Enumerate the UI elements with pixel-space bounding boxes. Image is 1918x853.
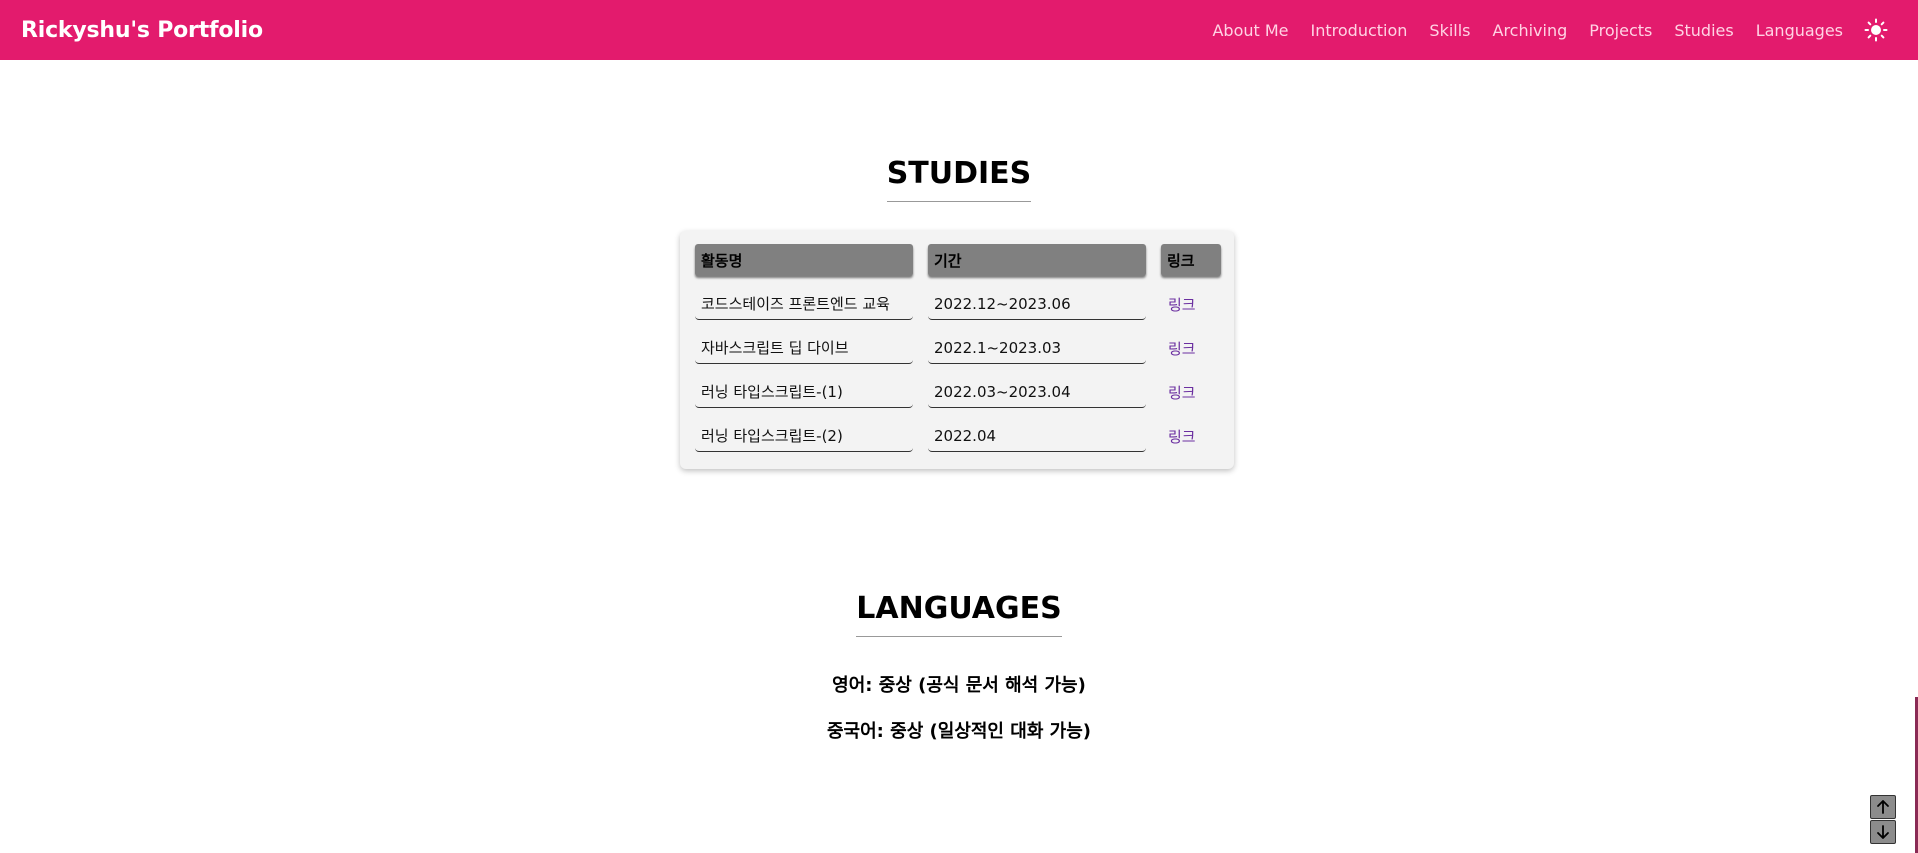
column-header-activity: 활동명 <box>695 244 913 276</box>
row-3-activity: 러닝 타입스크립트-(1) <box>695 376 913 408</box>
nav-projects[interactable]: Projects <box>1589 21 1652 40</box>
column-header-link: 링크 <box>1161 244 1221 276</box>
arrow-up-icon <box>1877 800 1889 814</box>
scroll-bottom-button[interactable] <box>1870 820 1896 844</box>
languages-title: LANGUAGES <box>856 591 1062 637</box>
row-1-link[interactable]: 링크 <box>1161 288 1221 320</box>
nav-links: About Me Introduction Skills Archiving P… <box>1190 17 1897 43</box>
languages-section-title: LANGUAGES <box>0 591 1918 637</box>
row-4-link[interactable]: 링크 <box>1161 420 1221 452</box>
nav-introduction[interactable]: Introduction <box>1311 21 1408 40</box>
studies-section-title: STUDIES <box>0 156 1918 202</box>
nav-archiving[interactable]: Archiving <box>1493 21 1568 40</box>
nav-about-me[interactable]: About Me <box>1212 21 1288 40</box>
studies-title: STUDIES <box>886 156 1032 202</box>
row-1-period: 2022.12~2023.06 <box>928 288 1146 320</box>
scroll-top-button[interactable] <box>1870 795 1896 819</box>
row-3-link[interactable]: 링크 <box>1161 376 1221 408</box>
language-english: 영어: 중상 (공식 문서 해석 가능) <box>832 675 1086 696</box>
row-4-period: 2022.04 <box>928 420 1146 452</box>
row-2-period: 2022.1~2023.03 <box>928 332 1146 364</box>
nav-languages[interactable]: Languages <box>1756 21 1843 40</box>
language-chinese: 중국어: 중상 (일상적인 대화 가능) <box>827 721 1091 742</box>
row-2-activity: 자바스크립트 딥 다이브 <box>695 332 913 364</box>
top-navbar: Rickyshu's Portfolio About Me Introducti… <box>0 0 1918 60</box>
nav-studies[interactable]: Studies <box>1674 21 1733 40</box>
row-1-activity: 코드스테이즈 프론트엔드 교육 <box>695 288 913 320</box>
column-header-period: 기간 <box>928 244 1146 276</box>
row-4-activity: 러닝 타입스크립트-(2) <box>695 420 913 452</box>
row-2-link[interactable]: 링크 <box>1161 332 1221 364</box>
sun-icon[interactable] <box>1863 17 1889 43</box>
studies-table: 활동명 기간 링크 코드스테이즈 프론트엔드 교육 2022.12~2023.0… <box>680 231 1234 469</box>
arrow-down-icon <box>1877 825 1889 839</box>
nav-skills[interactable]: Skills <box>1429 21 1470 40</box>
row-3-period: 2022.03~2023.04 <box>928 376 1146 408</box>
site-brand[interactable]: Rickyshu's Portfolio <box>21 18 263 43</box>
